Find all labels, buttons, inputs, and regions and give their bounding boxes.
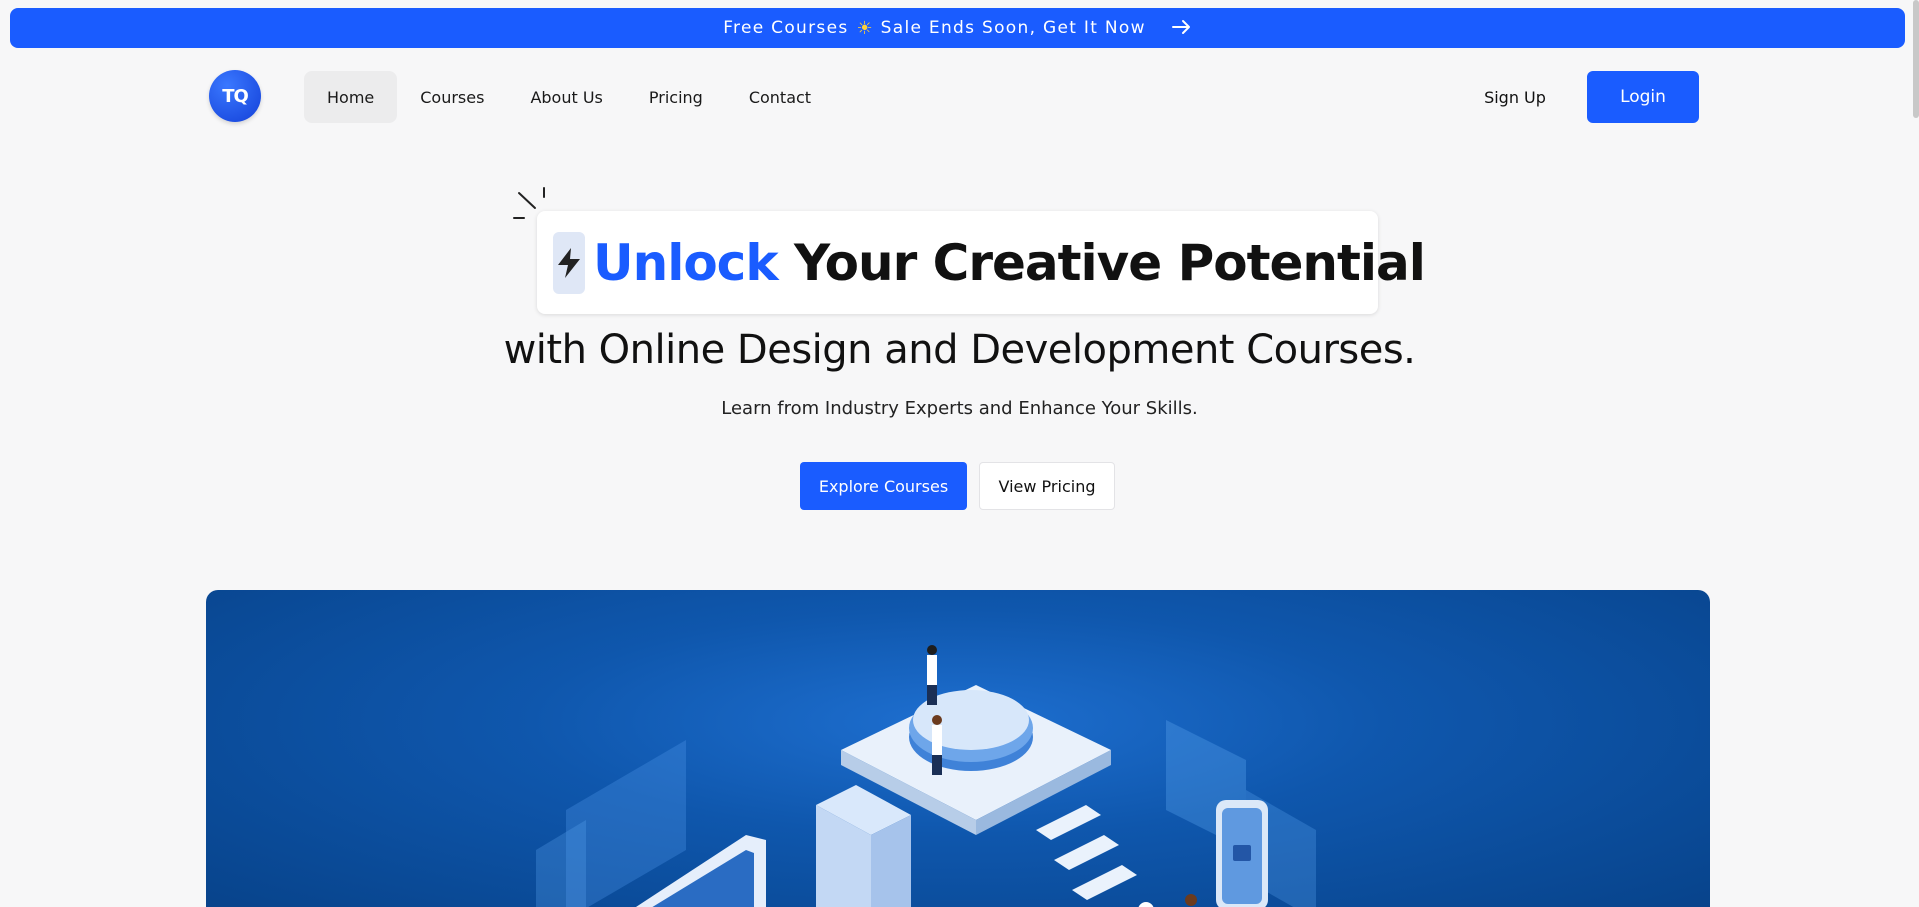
- nav-item-label: Pricing: [648, 87, 703, 107]
- headline-accent: Unlock: [593, 233, 779, 292]
- promo-banner[interactable]: Free Courses ☀ Sale Ends Soon, Get It No…: [10, 8, 1905, 48]
- nav-item-label: Home: [327, 87, 375, 107]
- lightning-bolt-icon: [553, 231, 585, 294]
- nav-item-label: Courses: [420, 87, 485, 107]
- nav-item-contact[interactable]: Contact: [726, 71, 834, 123]
- headline-card: Unlock Your Creative Potential: [537, 211, 1426, 314]
- sign-up-link[interactable]: Sign Up: [1460, 71, 1570, 123]
- page-title: Unlock Your Creative Potential: [593, 233, 1426, 292]
- main-nav: Home Courses About Us Pricing Contact: [304, 71, 834, 123]
- brand-logo[interactable]: TQ: [209, 70, 261, 122]
- arrow-right-icon: [1171, 16, 1192, 40]
- hero-subtitle: with Online Design and Development Cours…: [503, 327, 1416, 373]
- nav-item-pricing[interactable]: Pricing: [626, 71, 726, 123]
- nav-item-courses[interactable]: Courses: [397, 71, 507, 123]
- hero-tagline: Learn from Industry Experts and Enhance …: [721, 398, 1198, 419]
- hero-illustration: [206, 590, 1710, 907]
- sun-icon: ☀: [856, 17, 873, 39]
- nav-item-label: About Us: [530, 87, 603, 107]
- nav-item-home[interactable]: Home: [304, 71, 398, 123]
- explore-courses-button[interactable]: Explore Courses: [800, 462, 967, 510]
- headline-rest: Your Creative Potential: [794, 233, 1426, 292]
- banner-text-before: Free Courses: [723, 18, 849, 38]
- logo-text: TQ: [222, 85, 249, 107]
- page-scrollbar[interactable]: [1913, 0, 1919, 118]
- nav-item-label: Contact: [748, 87, 812, 107]
- nav-item-about-us[interactable]: About Us: [507, 71, 625, 123]
- login-button[interactable]: Login: [1587, 71, 1699, 123]
- isometric-illustration: [536, 645, 1316, 907]
- view-pricing-button[interactable]: View Pricing: [979, 462, 1115, 510]
- banner-text-after: Sale Ends Soon, Get It Now: [880, 18, 1146, 38]
